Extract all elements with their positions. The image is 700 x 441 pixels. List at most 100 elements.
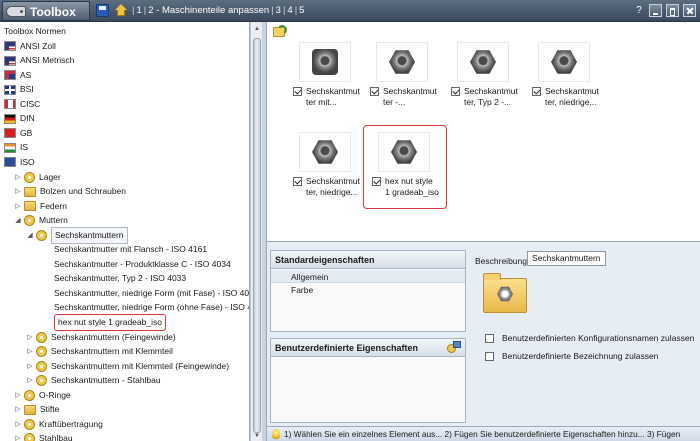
expand-icon[interactable]: ▷: [26, 330, 34, 345]
close-button[interactable]: [683, 4, 696, 17]
tree-item[interactable]: Sechskantmutter mit Flansch - ISO 4161: [54, 242, 207, 257]
gear-icon: [24, 389, 35, 401]
tree-scrollbar[interactable]: ▲ ▼: [250, 22, 262, 441]
tree-item[interactable]: ISO: [4, 155, 35, 170]
tree-item[interactable]: ▷ Lager: [14, 170, 61, 185]
designation-checkbox[interactable]: [485, 351, 494, 361]
tree-item[interactable]: ◢ Sechskantmuttern: [26, 226, 128, 244]
home-icon[interactable]: [115, 4, 127, 17]
tree-item-label: ANSI Zoll: [20, 40, 56, 51]
tree-item[interactable]: ▷ O-Ringe: [14, 388, 71, 403]
part-checkbox[interactable]: [370, 87, 379, 96]
tree-item-label: Sechskantmutter, Typ 2 - ISO 4033: [54, 273, 187, 284]
tree-item[interactable]: ▷ Sechskantmuttern mit Klemmteil: [26, 344, 173, 359]
minimize-button[interactable]: [649, 4, 662, 17]
tree-item[interactable]: ANSI Metrisch: [4, 53, 74, 68]
scroll-up-icon[interactable]: ▲: [252, 24, 262, 34]
expand-icon[interactable]: ▷: [14, 170, 22, 185]
gear-icon: [24, 215, 35, 227]
expand-icon[interactable]: ▷: [14, 184, 22, 199]
expand-icon[interactable]: ▷: [26, 344, 34, 359]
step-3[interactable]: 3: [276, 5, 281, 16]
part-thumbnail[interactable]: [378, 132, 430, 172]
part-thumbnail[interactable]: [376, 42, 428, 82]
config-names-label: Benutzerdefinierten Konfigurationsnamen …: [502, 333, 695, 343]
part-card[interactable]: Sechskantmut ter -...: [362, 42, 444, 122]
help-icon[interactable]: ?: [633, 4, 645, 17]
part-thumbnail[interactable]: [457, 42, 509, 82]
tree-item[interactable]: ▷ Bolzen und Schrauben: [14, 184, 126, 199]
tree-item[interactable]: ▷ Stahlbau: [14, 431, 73, 441]
tree-item[interactable]: hex nut style 1 gradeab_iso: [54, 314, 166, 331]
part-label-line: Sechskantmut: [306, 86, 360, 96]
expand-icon[interactable]: ▷: [14, 388, 22, 403]
step-1[interactable]: 1: [136, 5, 141, 16]
config-names-checkbox[interactable]: [485, 333, 494, 343]
part-card[interactable]: Sechskantmut ter, niedrige...: [285, 132, 367, 212]
collapse-icon[interactable]: ◢: [26, 228, 34, 243]
part-thumbnail[interactable]: [299, 42, 351, 82]
part-checkbox[interactable]: [293, 177, 302, 186]
tree-item-label: hex nut style 1 gradeab_iso: [54, 314, 166, 331]
tree-item[interactable]: ▷ Federn: [14, 199, 67, 214]
tree-item[interactable]: AS: [4, 68, 31, 83]
nut-folder-icon: [483, 273, 527, 313]
collapse-icon[interactable]: ◢: [14, 213, 22, 228]
tree-item-label: Bolzen und Schrauben: [40, 186, 127, 197]
tree-item[interactable]: ▷ Sechskantmuttern - Stahlbau: [26, 373, 161, 388]
expand-icon[interactable]: ▷: [14, 199, 22, 214]
tree-item[interactable]: ▷ Sechskantmuttern (Feingewinde): [26, 330, 176, 345]
step-2[interactable]: 2 - Maschinenteile anpassen: [148, 5, 269, 16]
part-checkbox[interactable]: [532, 87, 541, 96]
option-designation[interactable]: Benutzerdefinierte Bezeichnung zulassen: [485, 351, 658, 361]
option-config-names[interactable]: Benutzerdefinierten Konfigurationsnamen …: [485, 333, 694, 343]
edit-properties-icon[interactable]: [447, 341, 461, 353]
scroll-down-icon[interactable]: ▼: [252, 431, 262, 441]
maximize-button[interactable]: [666, 4, 679, 17]
hex-nut-icon: [389, 50, 415, 74]
tree-item[interactable]: ▷ Stifte: [14, 402, 59, 417]
tree-item[interactable]: Toolbox Normen: [4, 24, 66, 39]
tree-item[interactable]: ▷ Kraftübertragung: [14, 417, 103, 432]
hex-nut-icon: [551, 50, 577, 74]
expand-icon[interactable]: ▷: [14, 402, 22, 417]
folder-up-icon[interactable]: [273, 25, 287, 37]
tree-item[interactable]: BSI: [4, 82, 34, 97]
part-checkbox[interactable]: [293, 87, 302, 96]
tree-item[interactable]: Sechskantmutter, niedrige Form (mit Fase…: [54, 286, 249, 301]
property-row-general[interactable]: Allgemein: [271, 269, 465, 283]
part-thumbnail[interactable]: [299, 132, 351, 172]
tree-item-label: Stahlbau: [39, 433, 73, 441]
tree-item[interactable]: Sechskantmutter, Typ 2 - ISO 4033: [54, 271, 186, 286]
tree-item-label: ISO: [20, 156, 35, 167]
part-checkbox[interactable]: [451, 87, 460, 96]
expand-icon[interactable]: ▷: [14, 431, 22, 441]
description-field[interactable]: Sechskantmuttern: [527, 251, 606, 266]
expand-icon[interactable]: ▷: [26, 373, 34, 388]
part-card[interactable]: hex nut style 1 gradeab_iso: [363, 125, 447, 209]
tree-item[interactable]: ANSI Zoll: [4, 39, 56, 54]
tree-item[interactable]: CISC: [4, 97, 40, 112]
step-4[interactable]: 4: [287, 5, 292, 16]
part-card[interactable]: Sechskantmut ter mit...: [285, 42, 367, 122]
expand-icon[interactable]: ▷: [26, 359, 34, 374]
part-card[interactable]: Sechskantmut ter, Typ 2 -...: [443, 42, 525, 122]
standards-tree: Toolbox Normen ANSI Zoll ANSI Metrisch AS BS…: [0, 22, 250, 441]
custom-properties-panel: Benutzerdefinierte Eigenschaften: [270, 338, 466, 423]
tree-item-label: Sechskantmutter - Produktklasse C - ISO …: [54, 258, 231, 269]
part-thumbnail[interactable]: [538, 42, 590, 82]
step-5[interactable]: 5: [299, 5, 304, 16]
expand-icon[interactable]: ▷: [14, 417, 22, 432]
tree-item[interactable]: ▷ Sechskantmuttern mit Klemmteil (Feingew…: [26, 359, 229, 374]
tree-item[interactable]: Sechskantmutter - Produktklasse C - ISO …: [54, 257, 231, 272]
part-card[interactable]: Sechskantmut ter, niedrige...: [524, 42, 606, 122]
properties-area: Standardeigenschaften Allgemein Farbe Be…: [267, 242, 700, 426]
property-row-color[interactable]: Farbe: [271, 283, 465, 297]
part-checkbox[interactable]: [372, 177, 381, 186]
save-icon[interactable]: [96, 4, 109, 17]
tree-item[interactable]: GB: [4, 126, 32, 141]
tree-item[interactable]: IS: [4, 140, 28, 155]
tree-item[interactable]: DIN: [4, 111, 35, 126]
scroll-thumb[interactable]: [253, 38, 261, 433]
part-label-line: Sechskantmut: [306, 176, 360, 186]
